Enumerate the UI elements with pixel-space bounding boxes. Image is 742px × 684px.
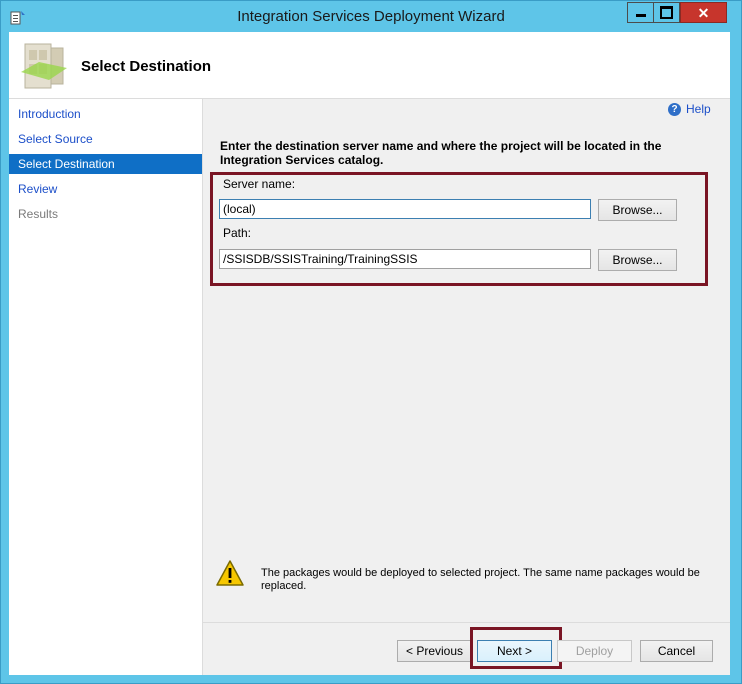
close-button[interactable]: ✕ [680,2,727,23]
maximize-icon [660,6,673,19]
minimize-button[interactable] [627,2,654,23]
next-button[interactable]: Next > [477,640,552,662]
path-label: Path: [223,226,252,240]
sidebar-item-introduction[interactable]: Introduction [9,104,202,124]
title-bar[interactable]: Integration Services Deployment Wizard ✕ [1,1,741,33]
wizard-banner-icon [21,43,67,89]
sidebar-item-select-source[interactable]: Select Source [9,129,202,149]
footer-divider [203,622,730,623]
minimize-icon [635,14,646,17]
help-link[interactable]: ? Help [668,102,711,116]
page-title: Select Destination [81,58,212,75]
deploy-button: Deploy [557,640,632,662]
path-browse-button[interactable]: Browse... [598,249,677,271]
server-name-input[interactable]: (local) [219,199,591,219]
sidebar-item-select-destination[interactable]: Select Destination [9,154,202,174]
wizard-client-area: Select Destination Introduction Select S… [9,32,730,675]
path-input[interactable]: /SSISDB/SSISTraining/TrainingSSIS [219,249,591,269]
warning-message: The packages would be deployed to select… [261,567,700,592]
sidebar-item-results: Results [18,207,59,221]
server-name-label: Server name: [223,177,296,191]
sidebar-item-review[interactable]: Review [9,179,202,199]
close-icon: ✕ [697,4,710,21]
help-label: Help [686,102,711,116]
server-browse-button[interactable]: Browse... [598,199,677,221]
destination-instructions: Enter the destination server name and wh… [220,139,662,167]
wizard-steps-sidebar: Introduction Select Source Select Destin… [9,99,203,675]
previous-button[interactable]: < Previous [397,640,472,662]
warning-icon [216,560,244,586]
wizard-window: Integration Services Deployment Wizard ✕… [0,0,742,684]
wizard-header: Select Destination [9,32,730,99]
maximize-button[interactable] [653,2,680,23]
help-icon: ? [668,102,681,116]
cancel-button[interactable]: Cancel [640,640,713,662]
